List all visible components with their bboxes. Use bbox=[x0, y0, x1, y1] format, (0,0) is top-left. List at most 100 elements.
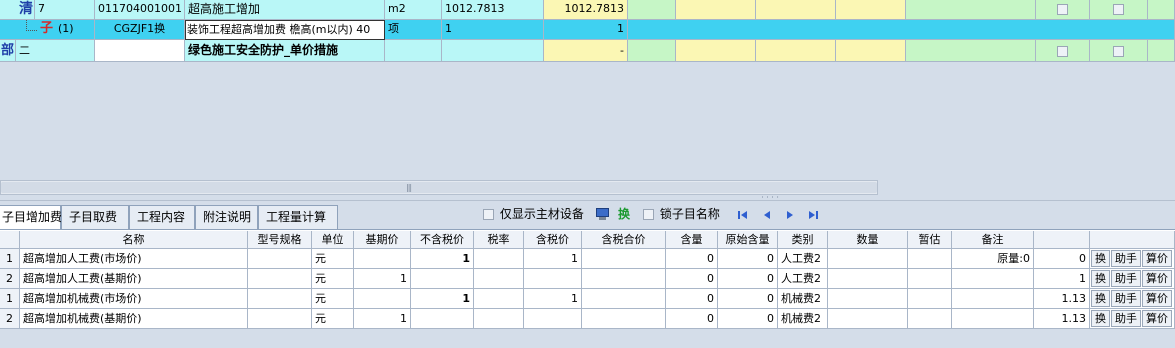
col-header-spec[interactable]: 型号规格 bbox=[248, 231, 312, 249]
helper-button[interactable]: 助手 bbox=[1111, 310, 1141, 327]
unit-cell[interactable]: 元 bbox=[312, 289, 354, 309]
spec-cell[interactable] bbox=[248, 269, 312, 289]
tax-rate-cell[interactable] bbox=[474, 269, 524, 289]
calc-price-button[interactable]: 算价 bbox=[1142, 310, 1172, 327]
tax-rate-cell[interactable] bbox=[474, 309, 524, 329]
base-price-cell[interactable]: 1 bbox=[354, 269, 411, 289]
table-row[interactable]: 1 超高增加人工费(市场价) 元 1 1 0 0 人工费2 原量:0 0 换助手 算价 bbox=[0, 249, 1175, 269]
tab-quantity-calc[interactable]: 工程量计算 bbox=[258, 205, 338, 229]
orig-content-cell[interactable]: 0 bbox=[718, 309, 778, 329]
col-header-tax-rate[interactable]: 税率 bbox=[474, 231, 524, 249]
col-header-unit[interactable]: 单位 bbox=[312, 231, 354, 249]
col-header-estimate[interactable]: 暂估 bbox=[908, 231, 952, 249]
row-checkbox[interactable] bbox=[1090, 0, 1148, 20]
price-ex-tax-cell[interactable]: 1 bbox=[411, 289, 474, 309]
material-name[interactable]: 超高增加人工费(基期价) bbox=[20, 269, 248, 289]
prev-record-icon[interactable] bbox=[760, 207, 774, 223]
total-inc-tax-cell[interactable] bbox=[582, 309, 666, 329]
price-inc-tax-cell[interactable]: 1 bbox=[524, 289, 582, 309]
main-material-checkbox[interactable] bbox=[483, 209, 494, 220]
monitor-icon[interactable] bbox=[596, 208, 610, 221]
row-checkbox[interactable] bbox=[1036, 0, 1090, 20]
col-header-total-inc-tax[interactable]: 含税合价 bbox=[582, 231, 666, 249]
tab-notes[interactable]: 附注说明 bbox=[195, 205, 258, 229]
content-cell[interactable]: 0 bbox=[666, 269, 718, 289]
content-cell[interactable]: 0 bbox=[666, 289, 718, 309]
category-cell[interactable]: 人工费2 bbox=[778, 249, 828, 269]
base-price-cell[interactable] bbox=[354, 249, 411, 269]
total-inc-tax-cell[interactable] bbox=[582, 289, 666, 309]
tab-work-content[interactable]: 工程内容 bbox=[129, 205, 195, 229]
swap-row-button[interactable]: 换 bbox=[1091, 250, 1110, 267]
base-price-cell[interactable] bbox=[354, 289, 411, 309]
unit-cell[interactable]: 元 bbox=[312, 269, 354, 289]
category-cell[interactable]: 人工费2 bbox=[778, 269, 828, 289]
estimate-cell[interactable] bbox=[908, 289, 952, 309]
base-price-cell[interactable]: 1 bbox=[354, 309, 411, 329]
remark-cell[interactable] bbox=[952, 269, 1034, 289]
calc-price-button[interactable]: 算价 bbox=[1142, 270, 1172, 287]
category-cell[interactable]: 机械费2 bbox=[778, 289, 828, 309]
table-row[interactable]: 2 超高增加人工费(基期价) 元 1 0 0 人工费2 1 换助手 算价 bbox=[0, 269, 1175, 289]
estimate-cell[interactable] bbox=[908, 269, 952, 289]
col-header-name[interactable]: 名称 bbox=[20, 231, 248, 249]
total-inc-tax-cell[interactable] bbox=[582, 269, 666, 289]
calc-price-button[interactable]: 算价 bbox=[1142, 290, 1172, 307]
lock-name-checkbox[interactable] bbox=[643, 209, 654, 220]
name-edit-cell[interactable]: 装饰工程超高增加费 檐高(m以内) 40 bbox=[185, 20, 385, 40]
grid-row[interactable]: 部 二 绿色施工安全防护_单价措施 - bbox=[0, 40, 1175, 62]
col-header-price-inc-tax[interactable]: 含税价 bbox=[524, 231, 582, 249]
estimate-cell[interactable] bbox=[908, 249, 952, 269]
material-name[interactable]: 超高增加人工费(市场价) bbox=[20, 249, 248, 269]
unit-cell[interactable]: 元 bbox=[312, 309, 354, 329]
col-header-remark[interactable]: 备注 bbox=[952, 231, 1034, 249]
price-inc-tax-cell[interactable] bbox=[524, 309, 582, 329]
remark-cell[interactable] bbox=[952, 289, 1034, 309]
spec-cell[interactable] bbox=[248, 249, 312, 269]
quantity-cell[interactable] bbox=[828, 289, 908, 309]
col-header-orig-content[interactable]: 原始含量 bbox=[718, 231, 778, 249]
col-header-price-ex-tax[interactable]: 不含税价 bbox=[411, 231, 474, 249]
main-material-toggle[interactable]: 仅显示主材设备 bbox=[483, 206, 584, 224]
next-record-icon[interactable] bbox=[783, 207, 797, 223]
quantity-cell[interactable] bbox=[828, 249, 908, 269]
value-cell[interactable]: 1.13 bbox=[1034, 289, 1090, 309]
horizontal-scrollbar[interactable]: ||| bbox=[0, 180, 878, 195]
swap-row-button[interactable]: 换 bbox=[1091, 270, 1110, 287]
orig-content-cell[interactable]: 0 bbox=[718, 289, 778, 309]
material-name[interactable]: 超高增加机械费(市场价) bbox=[20, 289, 248, 309]
swap-row-button[interactable]: 换 bbox=[1091, 290, 1110, 307]
spec-cell[interactable] bbox=[248, 289, 312, 309]
swap-row-button[interactable]: 换 bbox=[1091, 310, 1110, 327]
unit-cell[interactable]: 元 bbox=[312, 249, 354, 269]
lock-name-toggle[interactable]: 锁子目名称 bbox=[643, 206, 720, 224]
row-checkbox[interactable] bbox=[1090, 40, 1148, 62]
price-ex-tax-cell[interactable] bbox=[411, 269, 474, 289]
first-record-icon[interactable] bbox=[736, 207, 750, 223]
scrollbar-thumb[interactable]: ||| bbox=[1, 182, 877, 193]
quantity-cell[interactable] bbox=[828, 309, 908, 329]
value-cell[interactable]: 0 bbox=[1034, 249, 1090, 269]
remark-cell[interactable]: 原量:0 bbox=[952, 249, 1034, 269]
table-row[interactable]: 1 超高增加机械费(市场价) 元 1 1 0 0 机械费2 1.13 换助手 算价 bbox=[0, 289, 1175, 309]
quantity-cell[interactable] bbox=[828, 269, 908, 289]
orig-content-cell[interactable]: 0 bbox=[718, 249, 778, 269]
grid-row[interactable]: 清 7 011704001001 超高施工增加 m2 1012.7813 101… bbox=[0, 0, 1175, 20]
value-cell[interactable]: 1 bbox=[1034, 269, 1090, 289]
grid-row-selected[interactable]: 子 (1) CGZJF1换 装饰工程超高增加费 檐高(m以内) 40 项 1 1 bbox=[0, 20, 1175, 40]
remark-cell[interactable] bbox=[952, 309, 1034, 329]
tab-subitem-fee[interactable]: 子目增加费 bbox=[0, 205, 62, 229]
calc-price-button[interactable]: 算价 bbox=[1142, 250, 1172, 267]
helper-button[interactable]: 助手 bbox=[1111, 250, 1141, 267]
tax-rate-cell[interactable] bbox=[474, 289, 524, 309]
value-cell[interactable]: 1.13 bbox=[1034, 309, 1090, 329]
table-row[interactable]: 2 超高增加机械费(基期价) 元 1 0 0 机械费2 1.13 换助手 算价 bbox=[0, 309, 1175, 329]
last-record-icon[interactable] bbox=[806, 207, 820, 223]
price-ex-tax-cell[interactable] bbox=[411, 309, 474, 329]
material-name[interactable]: 超高增加机械费(基期价) bbox=[20, 309, 248, 329]
tax-rate-cell[interactable] bbox=[474, 249, 524, 269]
price-inc-tax-cell[interactable]: 1 bbox=[524, 249, 582, 269]
content-cell[interactable]: 0 bbox=[666, 249, 718, 269]
col-header-quantity[interactable]: 数量 bbox=[828, 231, 908, 249]
tab-subitem-charge[interactable]: 子目取费 bbox=[61, 205, 129, 229]
